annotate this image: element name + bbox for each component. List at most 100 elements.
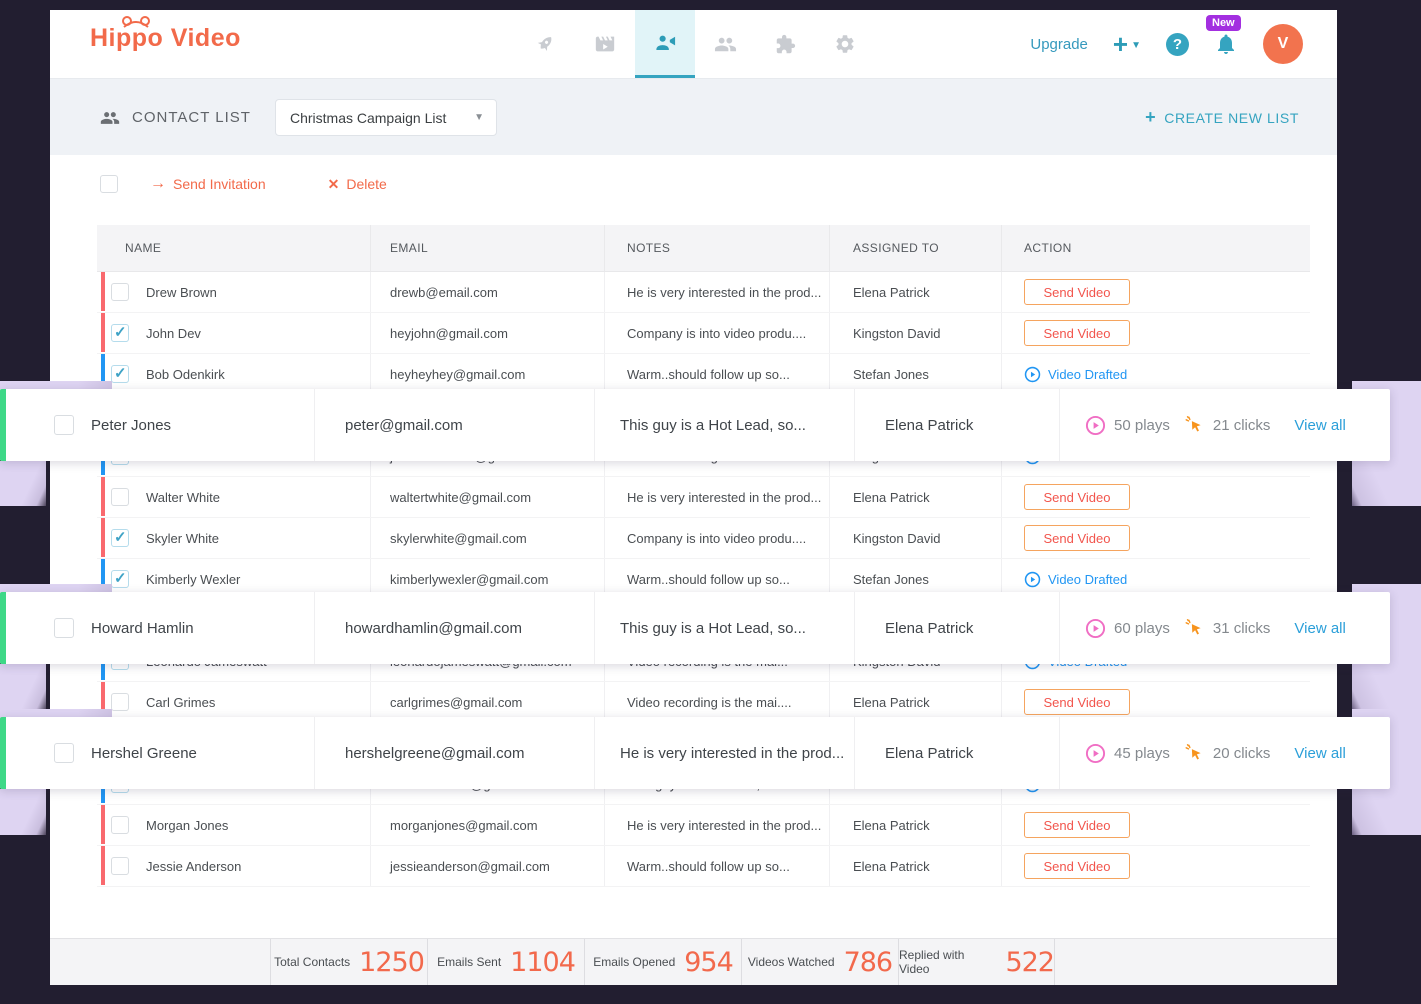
send-video-button[interactable]: Send Video: [1024, 320, 1130, 346]
new-badge: New: [1206, 15, 1241, 31]
notifications-bell-icon[interactable]: New: [1214, 32, 1238, 56]
page-background: { "header": { "logo": "Hippo Video", "up…: [0, 0, 1421, 1004]
assigned-to: Elena Patrick: [853, 695, 930, 710]
send-invitation-button[interactable]: → Send Invitation: [150, 175, 266, 193]
contact-email: peter@gmail.com: [345, 417, 463, 434]
contact-notes: Warm..should follow up so...: [627, 859, 790, 874]
column-header-name: NAME: [97, 225, 371, 271]
tab-teams-users-icon[interactable]: [695, 10, 755, 78]
row-checkbox[interactable]: [111, 693, 129, 711]
table-row: John Dev heyjohn@gmail.com Company is in…: [97, 313, 1310, 354]
assigned-to: Elena Patrick: [885, 620, 973, 637]
video-drafted-link[interactable]: Video Drafted: [1024, 571, 1127, 588]
select-all-checkbox[interactable]: [100, 175, 118, 193]
header-right-cluster: Upgrade +▼ ? New V: [1030, 10, 1303, 78]
clicks-count: 20 clicks: [1213, 745, 1271, 762]
contact-notes: Video recording is the mai....: [627, 695, 792, 710]
table-row: Morgan Jones morganjones@gmail.com He is…: [97, 805, 1310, 846]
stat-label: Replied with Video: [899, 948, 996, 976]
contact-email: jessieanderson@gmail.com: [390, 859, 550, 874]
view-all-link[interactable]: View all: [1294, 745, 1345, 762]
user-avatar[interactable]: V: [1263, 24, 1303, 64]
arrow-right-icon: →: [150, 175, 166, 193]
contact-notes: Warm..should follow up so...: [627, 367, 790, 382]
stats-footer: Total Contacts 1250 Emails Sent 1104 Ema…: [50, 938, 1337, 985]
send-video-button[interactable]: Send Video: [1024, 279, 1130, 305]
video-drafted-label: Video Drafted: [1048, 367, 1127, 382]
tab-integrations-puzzle-icon[interactable]: [755, 10, 815, 78]
send-video-button[interactable]: Send Video: [1024, 484, 1130, 510]
contact-email: heyheyhey@gmail.com: [390, 367, 525, 382]
tab-videos-film-icon[interactable]: [575, 10, 635, 78]
list-selector-dropdown[interactable]: Christmas Campaign List ▼: [275, 99, 497, 136]
assigned-to: Kingston David: [853, 326, 940, 341]
contact-email: howardhamlin@gmail.com: [345, 620, 522, 637]
view-all-link[interactable]: View all: [1294, 620, 1345, 637]
row-checkbox[interactable]: [111, 816, 129, 834]
help-icon[interactable]: ?: [1166, 33, 1189, 56]
upgrade-link[interactable]: Upgrade: [1030, 36, 1088, 53]
delete-button[interactable]: ✕ Delete: [328, 176, 387, 193]
contact-name: Jessie Anderson: [146, 859, 241, 874]
quick-add-button[interactable]: +▼: [1113, 31, 1141, 57]
contact-notes: He is very interested in the prod...: [627, 285, 821, 300]
contact-list-title: CONTACT LIST: [132, 109, 251, 126]
stat-value: 522: [1005, 947, 1054, 978]
clicks-count-icon: [1184, 415, 1205, 436]
highlighted-contact-row: Howard Hamlin howardhamlin@gmail.com Thi…: [0, 592, 1390, 664]
assigned-to: Elena Patrick: [853, 818, 930, 833]
row-checkbox[interactable]: [111, 570, 129, 588]
send-invitation-label: Send Invitation: [173, 176, 266, 192]
contact-email: hershelgreene@gmail.com: [345, 745, 524, 762]
video-drafted-link[interactable]: Video Drafted: [1024, 366, 1127, 383]
create-new-list-button[interactable]: + CREATE NEW LIST: [1145, 79, 1299, 156]
row-checkbox[interactable]: [111, 324, 129, 342]
contact-name: Howard Hamlin: [91, 620, 194, 637]
row-checkbox[interactable]: [111, 365, 129, 383]
bulk-actions-toolbar: → Send Invitation ✕ Delete: [100, 175, 387, 193]
contact-name: Carl Grimes: [146, 695, 215, 710]
tab-campaigns-rocket-icon[interactable]: [515, 10, 575, 78]
footer-stat: Total Contacts 1250: [270, 939, 427, 985]
assigned-to: Stefan Jones: [853, 572, 929, 587]
contact-notes: Warm..should follow up so...: [627, 572, 790, 587]
footer-spacer: [50, 939, 270, 985]
row-checkbox[interactable]: [111, 529, 129, 547]
assigned-to: Elena Patrick: [853, 490, 930, 505]
row-checkbox[interactable]: [54, 743, 74, 763]
stat-label: Emails Opened: [593, 955, 675, 969]
send-video-button[interactable]: Send Video: [1024, 525, 1130, 551]
clicks-count-icon: [1184, 618, 1205, 639]
hippo-video-logo[interactable]: Hippo Video: [90, 24, 241, 53]
footer-stat: Replied with Video 522: [898, 939, 1055, 985]
create-new-list-label: CREATE NEW LIST: [1164, 110, 1299, 126]
contact-name: Morgan Jones: [146, 818, 228, 833]
drag-ghost: [0, 461, 46, 506]
send-video-button[interactable]: Send Video: [1024, 812, 1130, 838]
column-header-action: ACTION: [1002, 225, 1310, 271]
clicks-count: 21 clicks: [1213, 417, 1271, 434]
play-count-icon: [1085, 743, 1106, 764]
send-video-button[interactable]: Send Video: [1024, 853, 1130, 879]
x-icon: ✕: [328, 176, 340, 193]
row-checkbox[interactable]: [111, 488, 129, 506]
row-checkbox[interactable]: [111, 283, 129, 301]
row-checkbox[interactable]: [111, 857, 129, 875]
plays-count: 50 plays: [1114, 417, 1170, 434]
row-checkbox[interactable]: [54, 618, 74, 638]
tab-settings-gear-icon[interactable]: [815, 10, 875, 78]
row-status-bar: [101, 313, 105, 352]
column-header-email: EMAIL: [371, 225, 605, 271]
view-all-link[interactable]: View all: [1294, 417, 1345, 434]
tab-contacts-video-icon[interactable]: [635, 10, 695, 78]
stat-value: 954: [684, 947, 733, 978]
assigned-to: Kingston David: [853, 531, 940, 546]
clicks-count-icon: [1184, 743, 1205, 764]
contact-list-bar: CONTACT LIST Christmas Campaign List ▼ +…: [50, 78, 1337, 155]
row-checkbox[interactable]: [54, 415, 74, 435]
footer-stat: Videos Watched 786: [741, 939, 898, 985]
send-video-button[interactable]: Send Video: [1024, 689, 1130, 715]
footer-stat: Emails Sent 1104: [427, 939, 584, 985]
row-status-bar: [101, 272, 105, 311]
caret-down-icon: ▼: [1131, 41, 1141, 51]
